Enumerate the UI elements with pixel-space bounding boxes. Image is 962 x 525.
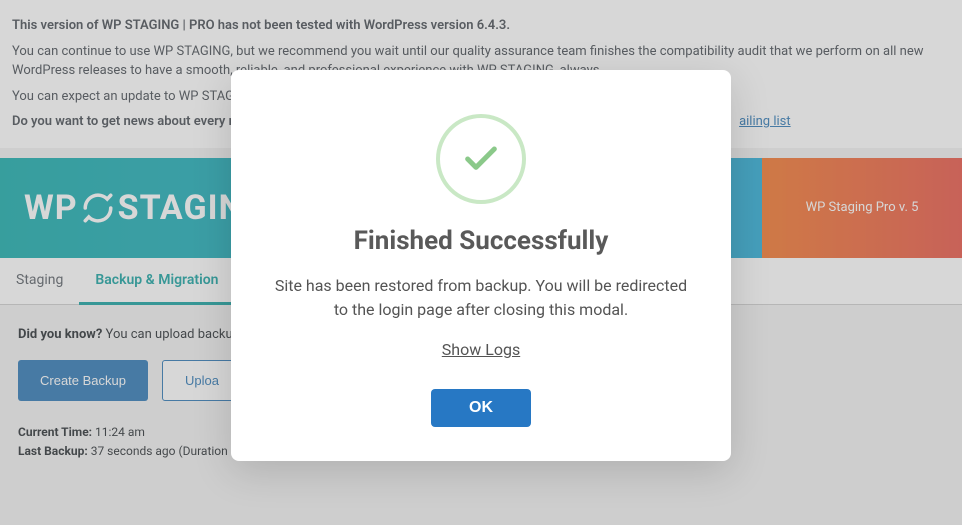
modal-ok-button[interactable]: OK xyxy=(431,389,531,427)
success-check-icon xyxy=(436,114,526,204)
modal-title: Finished Successfully xyxy=(271,226,691,256)
modal-overlay: Finished Successfully Site has been rest… xyxy=(0,0,962,525)
show-logs-link[interactable]: Show Logs xyxy=(442,340,520,359)
modal-body: Site has been restored from backup. You … xyxy=(271,274,691,322)
success-modal: Finished Successfully Site has been rest… xyxy=(231,70,731,461)
